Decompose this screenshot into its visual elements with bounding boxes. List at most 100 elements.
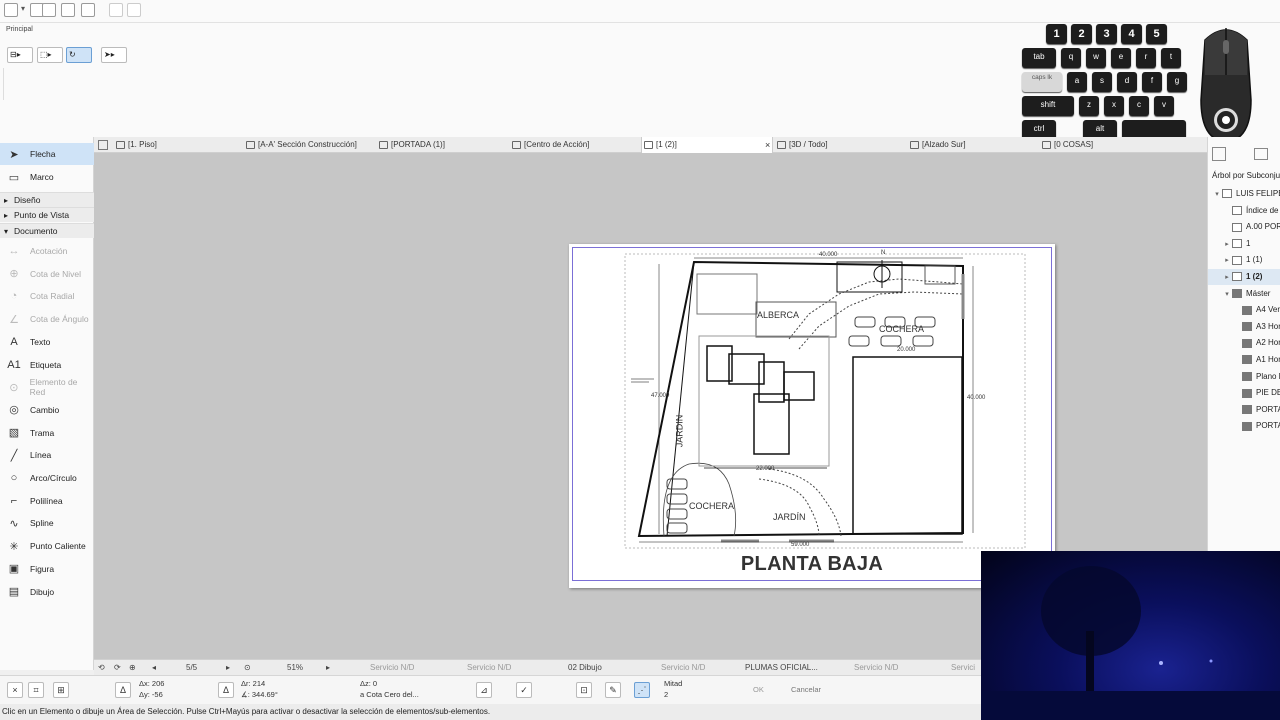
servicio-3[interactable]: Servicio N/D: [661, 660, 705, 676]
ruler-icon[interactable]: ⊿: [476, 682, 492, 698]
zoom-icon[interactable]: ⊕: [129, 660, 136, 676]
key-s: s: [1092, 72, 1112, 92]
tab-2[interactable]: [PORTADA (1)]: [377, 137, 445, 153]
tree-item[interactable]: ▸ 1 (2): [1208, 269, 1280, 285]
tab-list-icon[interactable]: [98, 140, 108, 150]
tool-figura[interactable]: ▣ Figura: [0, 558, 94, 580]
zoom-fit-icon[interactable]: ⊙: [244, 660, 251, 676]
snap-icon[interactable]: ⌗: [28, 682, 44, 698]
pencil-icon[interactable]: ✎: [605, 682, 621, 698]
tool-marco[interactable]: ▭ Marco: [0, 166, 94, 188]
prev-page-icon[interactable]: ◂: [152, 660, 156, 676]
tree-item[interactable]: Índice de: [1208, 203, 1280, 219]
tool-acotacion[interactable]: ↔ Acotación: [0, 240, 94, 262]
group-documento[interactable]: Documento: [0, 223, 94, 239]
tree-item[interactable]: ▸ 1 (1): [1208, 252, 1280, 268]
redo-view-icon[interactable]: ⟳: [114, 660, 121, 676]
tab-6[interactable]: [Alzado Sur]: [908, 137, 966, 153]
tool-elemento-red[interactable]: ⊙ Elemento de Red: [0, 376, 94, 398]
dibujo-select[interactable]: 02 Dibujo: [568, 660, 602, 676]
text-icon: A: [10, 335, 18, 348]
undo-view-icon[interactable]: ⟲: [98, 660, 105, 676]
check-icon[interactable]: ✓: [516, 682, 532, 698]
disabled-icon: [109, 3, 123, 17]
connect-icon[interactable]: [61, 3, 75, 17]
tool-flecha[interactable]: ➤ Flecha: [0, 143, 94, 165]
group-diseno[interactable]: Diseño: [0, 192, 94, 208]
tree-expand-icon[interactable]: ▾: [1212, 187, 1222, 203]
close-tab-icon[interactable]: ×: [765, 137, 770, 153]
close-coords-icon[interactable]: ×: [7, 682, 23, 698]
grid-icon[interactable]: [81, 3, 95, 17]
tool-linea[interactable]: ╱ Línea: [0, 444, 94, 466]
delta-r-icon[interactable]: Δ: [218, 682, 234, 698]
tool-cota-angulo[interactable]: ∠ Cota de Ángulo: [0, 308, 94, 330]
tree-item[interactable]: ▸ 1: [1208, 236, 1280, 252]
servicio-5[interactable]: Servici: [951, 660, 975, 676]
pointer-tool-button[interactable]: ➤▸: [101, 47, 127, 63]
cota-cero[interactable]: a Cota Cero del...: [360, 690, 419, 699]
tab-3[interactable]: [Centro de Acción]: [510, 137, 589, 153]
tree-item[interactable]: PORTAD: [1208, 402, 1280, 418]
zoom-arrow-icon[interactable]: ▸: [326, 660, 330, 676]
navigator-icon[interactable]: [1212, 147, 1226, 161]
tab-5[interactable]: [3D / Todo]: [775, 137, 828, 153]
undo-icon[interactable]: [4, 3, 18, 17]
grid-snap-icon[interactable]: ⊞: [53, 682, 69, 698]
tool-arco[interactable]: ○ Arco/Círculo: [0, 467, 94, 489]
plumas-select[interactable]: PLUMAS OFICIAL...: [745, 660, 818, 676]
dropdown-arrow-icon[interactable]: ▾: [21, 4, 25, 13]
tree-mode-select[interactable]: Árbol por Subconjuntos: [1212, 171, 1280, 180]
servicio-4[interactable]: Servicio N/D: [854, 660, 898, 676]
home-icon[interactable]: [1254, 148, 1268, 160]
tree-item[interactable]: A.00 PORT: [1208, 219, 1280, 235]
midpoint-icon[interactable]: ⋰: [634, 682, 650, 698]
jardin-left-label: JARDIN: [674, 414, 685, 448]
next-page-icon[interactable]: ▸: [226, 660, 230, 676]
tree-item[interactable]: A2 Horiz: [1208, 335, 1280, 351]
tool-etiqueta[interactable]: A1 Etiqueta: [0, 354, 94, 376]
figure-icon: ▣: [8, 563, 20, 576]
group-punto_vista[interactable]: Punto de Vista: [0, 207, 94, 223]
tool-cota-radial[interactable]: ◔ Cota Radial: [0, 285, 94, 307]
tab-0[interactable]: [1. Piso]: [114, 137, 157, 153]
tree-item[interactable]: ▾ LUIS FELIPE: [1208, 186, 1280, 202]
tree-expand-icon[interactable]: ▸: [1222, 270, 1232, 286]
mitad-label[interactable]: Mitad: [664, 679, 682, 688]
tree-item[interactable]: ▾ Máster: [1208, 286, 1280, 302]
tool-dibujo[interactable]: ▤ Dibujo: [0, 581, 94, 603]
tab-7[interactable]: [0 COSAS]: [1040, 137, 1093, 153]
mitad-value[interactable]: 2: [664, 690, 668, 699]
tab-4[interactable]: [1 (2)]: [641, 137, 773, 153]
zoom-level[interactable]: 51%: [287, 660, 303, 676]
ok-button[interactable]: OK: [753, 685, 764, 694]
servicio-2[interactable]: Servicio N/D: [467, 660, 511, 676]
rotate-tool-button[interactable]: ↻: [66, 47, 92, 63]
tab-1[interactable]: [A-A' Sección Construcción]: [244, 137, 357, 153]
tool-polilinea[interactable]: ⌐ Polilínea: [0, 490, 94, 512]
tree-expand-icon[interactable]: ▸: [1222, 253, 1232, 269]
wall-tool-button[interactable]: ⊟▸: [7, 47, 33, 63]
tool-spline[interactable]: ∿ Spline: [0, 512, 94, 534]
slab-tool-button[interactable]: ⬚▸: [37, 47, 63, 63]
tree-item[interactable]: PIE DE P: [1208, 385, 1280, 401]
tree-item[interactable]: A1 Horiz: [1208, 352, 1280, 368]
tree-item[interactable]: PORTAD: [1208, 418, 1280, 434]
servicio-1[interactable]: Servicio N/D: [370, 660, 414, 676]
tree-expand-icon[interactable]: ▾: [1222, 287, 1232, 303]
tree-item[interactable]: A4 Verti: [1208, 302, 1280, 318]
tree-expand-icon[interactable]: ▸: [1222, 237, 1232, 253]
delta-icon[interactable]: Δ: [115, 682, 131, 698]
tool-cota-nivel[interactable]: ⊕ Cota de Nivel: [0, 263, 94, 285]
tool-trama[interactable]: ▧ Trama: [0, 422, 94, 444]
tool-texto[interactable]: A Texto: [0, 331, 94, 353]
group-icon[interactable]: [42, 3, 56, 17]
tool-punto-caliente[interactable]: ✳ Punto Caliente: [0, 535, 94, 557]
north-label: N: [881, 250, 886, 256]
transform-icon[interactable]: ⊡: [576, 682, 592, 698]
tree-item[interactable]: Plano M: [1208, 369, 1280, 385]
cancel-button[interactable]: Cancelar: [791, 685, 821, 694]
cochera-bottom-label: COCHERA: [689, 501, 735, 511]
tree-item[interactable]: A3 Horiz: [1208, 319, 1280, 335]
tool-cambio[interactable]: ◎ Cambio: [0, 399, 94, 421]
